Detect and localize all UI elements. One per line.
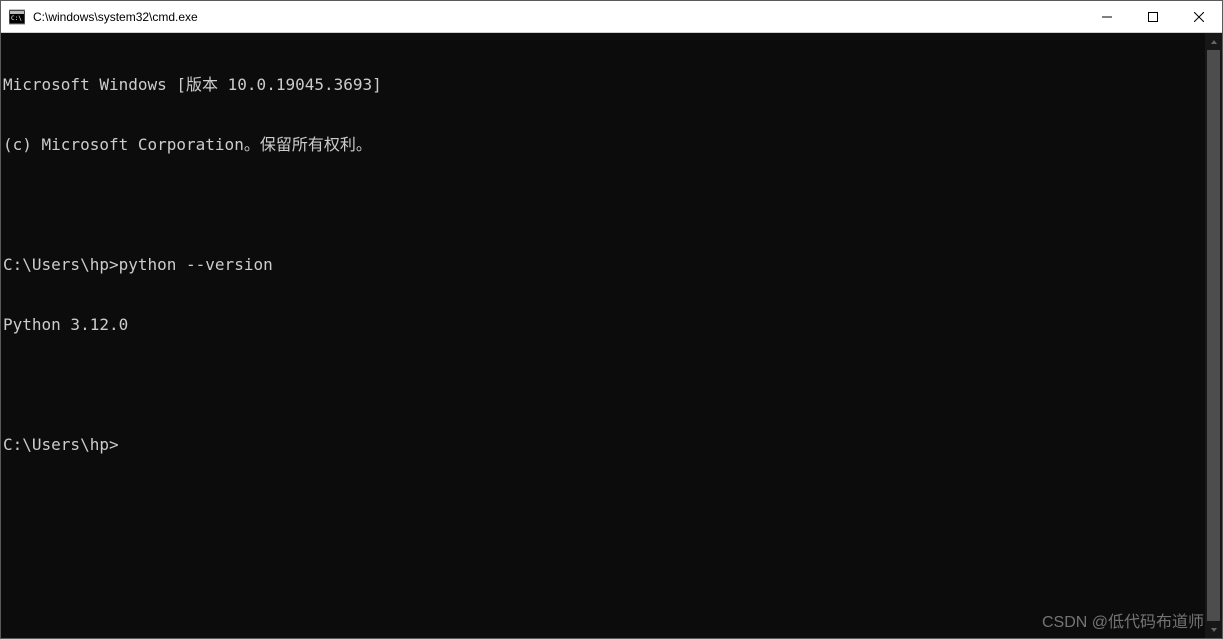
close-icon bbox=[1194, 12, 1204, 22]
close-button[interactable] bbox=[1176, 1, 1222, 32]
scrollbar-thumb[interactable] bbox=[1207, 50, 1220, 621]
cmd-icon: C:\ bbox=[9, 9, 25, 25]
maximize-button[interactable] bbox=[1130, 1, 1176, 32]
vertical-scrollbar[interactable] bbox=[1205, 33, 1222, 638]
scroll-down-button[interactable] bbox=[1205, 621, 1222, 638]
minimize-button[interactable] bbox=[1084, 1, 1130, 32]
terminal-line: (c) Microsoft Corporation。保留所有权利。 bbox=[3, 135, 1203, 155]
chevron-down-icon bbox=[1210, 626, 1218, 634]
scroll-up-button[interactable] bbox=[1205, 33, 1222, 50]
titlebar[interactable]: C:\ C:\windows\system32\cmd.exe bbox=[1, 1, 1222, 33]
minimize-icon bbox=[1102, 12, 1112, 22]
content-area: Microsoft Windows [版本 10.0.19045.3693] (… bbox=[1, 33, 1222, 638]
terminal-line bbox=[3, 375, 1203, 395]
terminal-line: C:\Users\hp>python --version bbox=[3, 255, 1203, 275]
window-title: C:\windows\system32\cmd.exe bbox=[31, 10, 1084, 24]
terminal-line: C:\Users\hp> bbox=[3, 435, 1203, 455]
window-controls bbox=[1084, 1, 1222, 32]
terminal-line: Python 3.12.0 bbox=[3, 315, 1203, 335]
maximize-icon bbox=[1148, 12, 1158, 22]
cmd-window: C:\ C:\windows\system32\cmd.exe bbox=[0, 0, 1223, 639]
chevron-up-icon bbox=[1210, 38, 1218, 46]
terminal-output[interactable]: Microsoft Windows [版本 10.0.19045.3693] (… bbox=[1, 33, 1205, 638]
terminal-line: Microsoft Windows [版本 10.0.19045.3693] bbox=[3, 75, 1203, 95]
svg-text:C:\: C:\ bbox=[11, 15, 22, 22]
scrollbar-track[interactable] bbox=[1205, 50, 1222, 621]
terminal-line bbox=[3, 195, 1203, 215]
